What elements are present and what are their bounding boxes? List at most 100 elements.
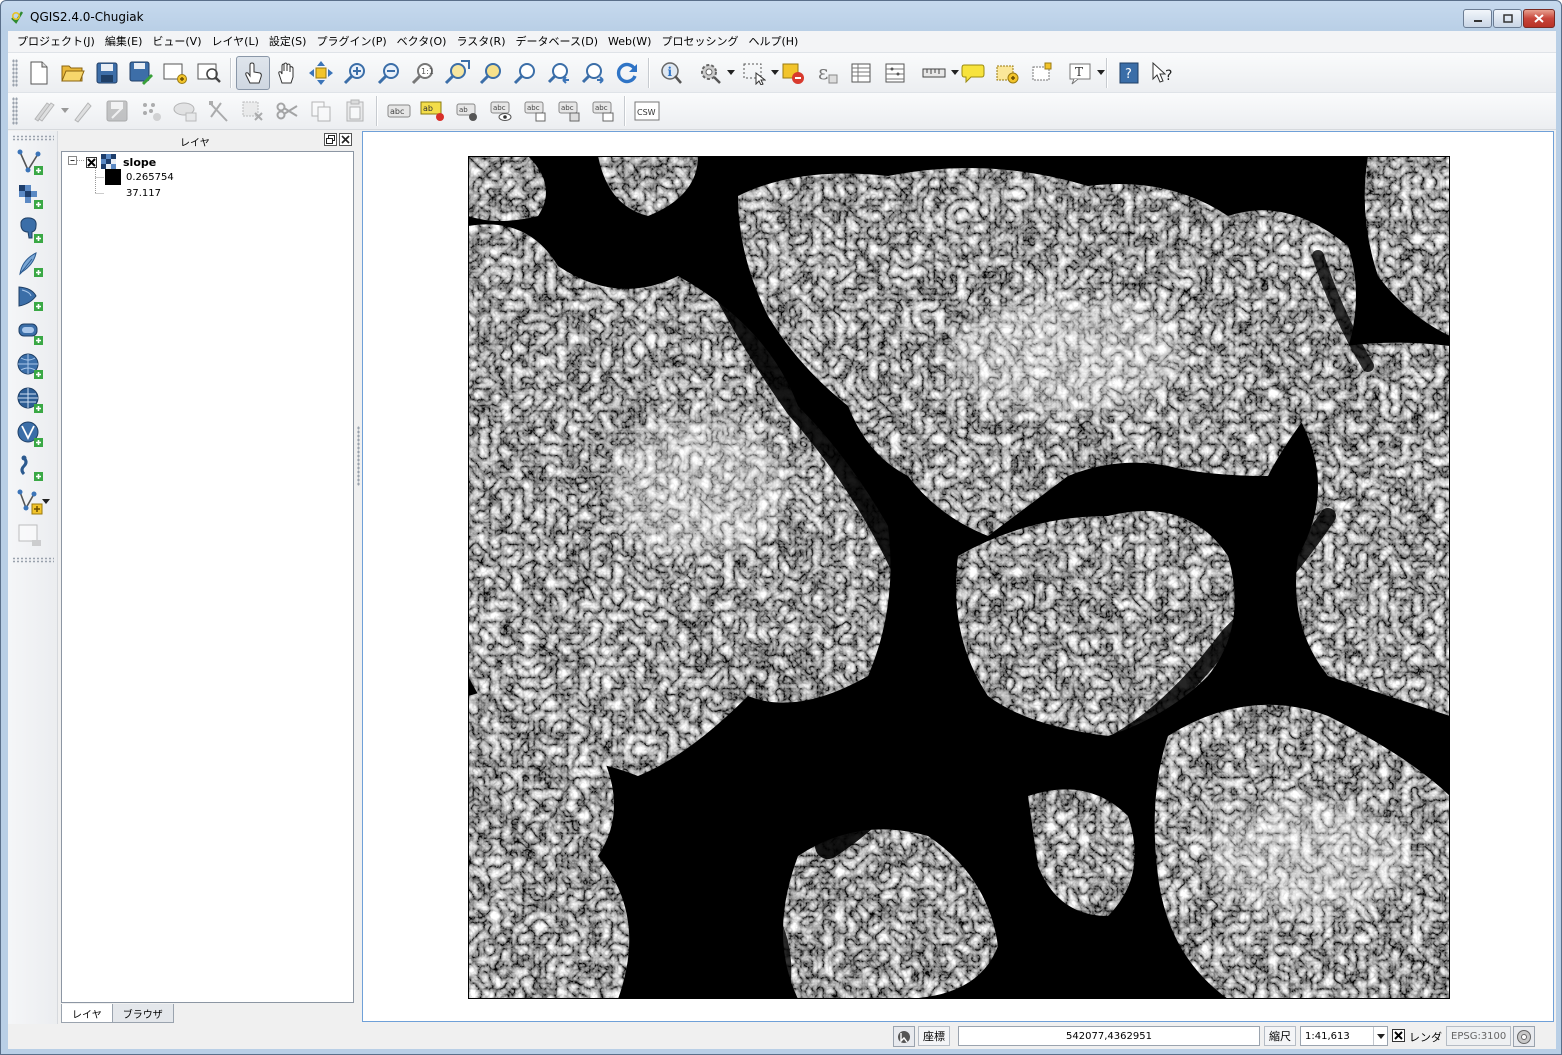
composer-manager-button[interactable] (192, 56, 226, 90)
layers-panel-titlebar[interactable]: レイヤ (60, 131, 356, 149)
zoom-last-button[interactable] (542, 56, 576, 90)
toolbar-grip[interactable] (11, 135, 54, 141)
toolbar-grip[interactable] (11, 557, 54, 563)
add-mssql-layer-button[interactable] (8, 281, 52, 315)
move-label-button[interactable]: abc (484, 94, 518, 128)
refresh-button[interactable] (610, 56, 644, 90)
new-shapefile-layer-button[interactable] (8, 485, 52, 519)
chevron-down-icon[interactable] (42, 499, 50, 504)
menu-view[interactable]: ビュー(V) (147, 31, 206, 52)
add-wcs-layer-button[interactable] (8, 383, 52, 417)
zoom-in-button[interactable] (338, 56, 372, 90)
show-hide-labels-button[interactable]: ab (450, 94, 484, 128)
zoom-next-button[interactable] (576, 56, 610, 90)
new-project-button[interactable] (22, 56, 56, 90)
maximize-button[interactable] (1493, 9, 1522, 28)
zoom-actual-size-button[interactable]: 1:1 (406, 56, 440, 90)
select-features-button[interactable] (732, 56, 779, 90)
zoom-out-button[interactable] (372, 56, 406, 90)
label-tool-button[interactable]: abc (382, 94, 416, 128)
measure-line-button[interactable] (912, 56, 959, 90)
toolbar-grip[interactable] (12, 58, 18, 87)
new-print-composer-button[interactable] (158, 56, 192, 90)
layer-visibility-checkbox[interactable] (86, 156, 97, 168)
cut-features-button[interactable] (270, 94, 304, 128)
add-wms-layer-button[interactable] (8, 349, 52, 383)
map-tips-button[interactable] (956, 56, 990, 90)
paste-features-button[interactable] (338, 94, 372, 128)
statistical-summary-button[interactable] (878, 56, 912, 90)
show-bookmarks-button[interactable] (1024, 56, 1058, 90)
render-checkbox[interactable] (1392, 1029, 1405, 1042)
tab-layers[interactable]: レイヤ (61, 1004, 113, 1023)
toolbar-grip[interactable] (12, 97, 18, 125)
coordinate-field[interactable]: 542077,4362951 (958, 1026, 1260, 1046)
tab-browser[interactable]: ブラウザ (111, 1004, 174, 1023)
new-bookmark-button[interactable] (990, 56, 1024, 90)
save-project-button[interactable] (90, 56, 124, 90)
deselect-all-button[interactable] (776, 56, 810, 90)
help-contents-button[interactable]: ? (1112, 56, 1146, 90)
change-label-button[interactable]: abc (552, 94, 586, 128)
layer-row-slope[interactable]: slope (86, 154, 156, 170)
open-project-button[interactable] (56, 56, 90, 90)
float-panel-button[interactable] (324, 133, 337, 146)
node-tool-button[interactable] (202, 94, 236, 128)
copy-features-button[interactable] (304, 94, 338, 128)
scale-combobox[interactable]: 1:41,613 (1300, 1026, 1388, 1046)
minimize-button[interactable] (1463, 9, 1492, 28)
whats-this-button[interactable]: ? (1146, 56, 1180, 90)
menu-vector[interactable]: ベクタ(O) (392, 31, 452, 52)
menu-web[interactable]: Web(W) (603, 31, 656, 52)
menu-raster[interactable]: ラスタ(R) (451, 31, 510, 52)
rotate-label-button[interactable]: abc (518, 94, 552, 128)
identify-features-button[interactable]: i (654, 56, 688, 90)
map-canvas[interactable] (362, 131, 1554, 1022)
pan-map-button[interactable] (270, 56, 304, 90)
add-delimited-text-layer-button[interactable] (8, 451, 52, 485)
save-layer-edits-button[interactable] (100, 94, 134, 128)
touch-zoom-pan-button[interactable] (236, 55, 270, 90)
move-feature-button[interactable] (168, 94, 202, 128)
pan-to-selection-button[interactable] (304, 56, 338, 90)
menu-layer[interactable]: レイヤ(L) (206, 31, 263, 52)
menu-database[interactable]: データベース(D) (511, 31, 604, 52)
menu-processing[interactable]: プロセッシング (656, 31, 743, 52)
current-edits-button[interactable] (22, 94, 69, 128)
menu-project[interactable]: プロジェクト(J) (12, 31, 100, 52)
close-panel-button[interactable] (339, 133, 352, 146)
panel-splitter-handle[interactable] (357, 426, 360, 486)
zoom-full-button[interactable] (440, 56, 474, 90)
add-spatialite-layer-button[interactable] (8, 247, 52, 281)
zoom-to-selection-button[interactable] (474, 56, 508, 90)
close-button[interactable] (1523, 9, 1555, 28)
label-properties-button[interactable]: abc (586, 94, 620, 128)
layer-tree[interactable]: slope 0.265754 37.117 (61, 151, 354, 1003)
remove-layer-button[interactable] (8, 519, 52, 553)
title-bar[interactable]: QGIS2.4.0-Chugiak (1, 1, 1561, 31)
menu-help[interactable]: ヘルプ(H) (743, 31, 803, 52)
menu-edit[interactable]: 編集(E) (100, 31, 148, 52)
toggle-editing-button[interactable] (66, 94, 100, 128)
save-as-button[interactable] (124, 56, 158, 90)
pin-labels-button[interactable]: ab (416, 94, 450, 128)
toggle-extents-button[interactable] (893, 1026, 915, 1047)
add-wfs-layer-button[interactable] (8, 417, 52, 451)
run-feature-action-button[interactable] (688, 56, 735, 90)
csw-search-button[interactable]: CSW (630, 94, 664, 128)
messages-button[interactable] (1513, 1026, 1535, 1047)
menu-plugins[interactable]: プラグイン(P) (311, 31, 391, 52)
attribute-table-button[interactable] (844, 56, 878, 90)
scale-dropdown-button[interactable] (1373, 1027, 1387, 1045)
add-oracle-layer-button[interactable] (8, 315, 52, 349)
chevron-down-icon[interactable] (1097, 69, 1105, 75)
field-calculator-button[interactable]: ε (810, 56, 844, 90)
add-vector-layer-button[interactable] (8, 145, 52, 179)
delete-selected-button[interactable] (236, 94, 270, 128)
crs-status-button[interactable]: EPSG:3100 (1446, 1026, 1512, 1046)
menu-settings[interactable]: 設定(S) (264, 31, 312, 52)
add-postgis-layer-button[interactable] (8, 213, 52, 247)
add-feature-button[interactable] (134, 94, 168, 128)
text-annotation-button[interactable]: T (1058, 56, 1105, 90)
add-raster-layer-button[interactable] (8, 179, 52, 213)
